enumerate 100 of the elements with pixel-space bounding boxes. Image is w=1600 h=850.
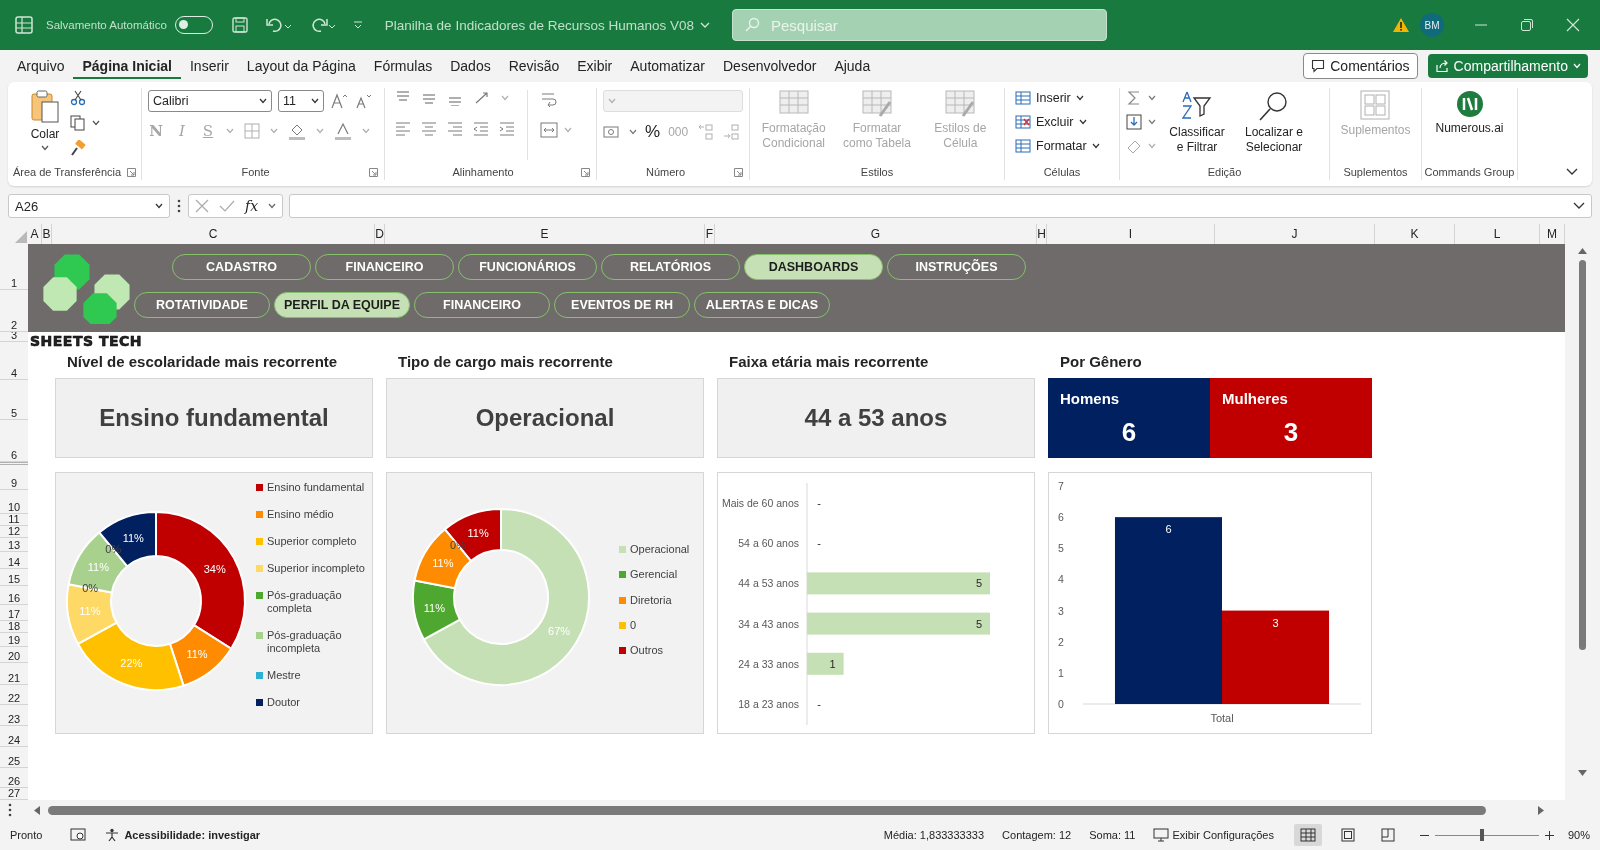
data-label: 11% (432, 556, 454, 569)
legend-label: Doutor (267, 696, 301, 709)
cells-button[interactable]: Inserir (1015, 90, 1084, 106)
merge-cells-icon[interactable] (540, 122, 558, 138)
close-icon[interactable] (1566, 18, 1580, 32)
number-format-button[interactable]: % (645, 122, 661, 142)
undo-icon[interactable] (264, 16, 293, 34)
share-button[interactable]: Compartilhamento (1427, 54, 1588, 78)
check-icon[interactable] (219, 199, 235, 213)
customize-icon[interactable] (352, 20, 363, 30)
ribbon-tab[interactable]: Página Inicial (73, 53, 181, 79)
zoom-in-icon[interactable] (1544, 830, 1554, 840)
find-select-button[interactable]: Localizar e Selecionar (1238, 90, 1310, 155)
eraser-icon[interactable] (1126, 138, 1142, 154)
expand-icon[interactable] (1573, 202, 1585, 210)
cancel-icon[interactable] (195, 199, 209, 213)
dialog-launcher-icon[interactable] (127, 167, 137, 177)
sum-icon[interactable] (1126, 90, 1142, 106)
paste-button[interactable]: Colar (30, 90, 60, 151)
data-label: 6 (1165, 523, 1172, 536)
ribbon-tab[interactable]: Inserir (180, 53, 238, 79)
chevron-down-icon[interactable] (1078, 119, 1087, 125)
chevron-down-icon[interactable] (155, 203, 163, 209)
ribbon-tab[interactable]: Arquivo (8, 53, 74, 79)
comments-button[interactable]: Comentários (1303, 53, 1418, 79)
chevron-down-icon[interactable] (1091, 143, 1100, 149)
shrink-font-icon[interactable] (354, 92, 372, 110)
group-label: Edição (1206, 166, 1243, 178)
striped-circle-icon (1455, 90, 1484, 118)
restore-icon[interactable] (1520, 18, 1534, 32)
chevron-down-icon[interactable] (41, 145, 49, 151)
group-label: Número (644, 166, 687, 178)
font-color-icon[interactable] (334, 122, 352, 140)
insert-function-button[interactable]: fx (245, 198, 259, 214)
search-field[interactable]: Pesquisar (732, 9, 1107, 41)
accessibility-icon[interactable] (104, 828, 121, 842)
group-label: Fonte (240, 166, 271, 178)
legend-label: Ensino fundamental (267, 481, 365, 494)
font-size-dropdown[interactable]: 11 (278, 90, 324, 112)
document-title[interactable]: Planilha de Indicadores de Recursos Humanos V08 (384, 17, 694, 33)
macro-record-icon[interactable] (70, 828, 87, 842)
dialog-launcher-icon[interactable] (369, 167, 378, 177)
chevron-down-icon[interactable] (1075, 95, 1084, 101)
ribbon-tab[interactable]: Dados (441, 53, 500, 79)
nav-button[interactable]: DASHBOARDS (744, 254, 883, 280)
scroll-right-icon[interactable] (1538, 805, 1544, 815)
zoom-level[interactable]: 90% (1567, 829, 1590, 841)
more-options-icon[interactable] (176, 198, 182, 214)
formula-input[interactable] (289, 194, 1592, 218)
ribbon-tab[interactable]: Exibir (568, 53, 622, 79)
status-stat: Soma: 11 (1089, 829, 1136, 841)
chevron-down-icon[interactable] (268, 203, 277, 209)
legend-label: Ensino médio (267, 508, 334, 521)
dialog-launcher-icon[interactable] (734, 167, 743, 177)
nav-button[interactable]: PERFIL DA EQUIPE (274, 292, 410, 318)
scroll-down-icon[interactable] (1578, 770, 1587, 776)
ribbon-tab[interactable]: Fórmulas (364, 53, 442, 79)
collapse-ribbon-icon[interactable] (1566, 168, 1578, 176)
font-family-dropdown[interactable]: Calibri (148, 90, 272, 112)
chevron-down-icon[interactable] (259, 98, 267, 104)
sort-filter-button[interactable]: Classificar e Filtrar (1166, 90, 1228, 155)
view-button[interactable] (1293, 824, 1322, 846)
ribbon-tab[interactable]: Layout da Página (237, 53, 365, 79)
data-label: 5 (975, 617, 982, 630)
kpi-card: Operacional (386, 378, 704, 458)
save-icon[interactable] (230, 16, 249, 34)
display-settings-icon[interactable] (1153, 828, 1170, 842)
orientation-icon[interactable] (473, 90, 491, 106)
legend-label: Mestre (267, 669, 301, 682)
currency-icon[interactable] (603, 124, 621, 140)
legend-label: 0 (630, 618, 637, 632)
cells-button[interactable]: Excluir (1015, 114, 1087, 130)
scroll-up-icon[interactable] (1578, 248, 1587, 254)
slider-thumb[interactable] (1479, 829, 1484, 841)
vertical-scrollbar-thumb[interactable] (1579, 260, 1586, 650)
horizontal-scrollbar-thumb[interactable] (48, 805, 1486, 815)
magnifier-icon (1258, 90, 1290, 122)
wrap-text-icon[interactable] (540, 90, 558, 108)
display-settings-button[interactable]: Exibir Configurações (1172, 829, 1274, 841)
cells-button[interactable]: Formatar (1015, 138, 1100, 154)
accessibility-status[interactable]: Acessibilidade: investigar (124, 829, 261, 841)
numerous-button[interactable]: Numerous.ai (1435, 90, 1504, 136)
fill-down-icon[interactable] (1126, 114, 1142, 130)
ribbon-tab[interactable]: Revisão (499, 53, 569, 79)
ribbon-tab[interactable]: Ajuda (825, 53, 880, 79)
chevron-down-icon[interactable] (92, 120, 100, 126)
fill-color-icon[interactable] (288, 122, 306, 140)
warning-icon[interactable] (1392, 17, 1410, 33)
dialog-launcher-icon[interactable] (581, 167, 590, 177)
name-box[interactable]: A26 (8, 194, 170, 218)
user-avatar[interactable]: BM (1420, 13, 1444, 37)
grow-font-icon[interactable] (330, 92, 348, 110)
chevron-down-icon[interactable] (311, 98, 319, 104)
copy-icon[interactable] (70, 115, 86, 131)
cut-icon[interactable] (70, 90, 86, 106)
more-options-icon[interactable] (8, 803, 12, 817)
format-painter-icon[interactable] (70, 140, 86, 156)
scroll-left-icon[interactable] (34, 805, 40, 815)
ribbon-tab[interactable]: Automatizar (621, 53, 714, 79)
ribbon-tab[interactable]: Desenvolvedor (714, 53, 826, 79)
